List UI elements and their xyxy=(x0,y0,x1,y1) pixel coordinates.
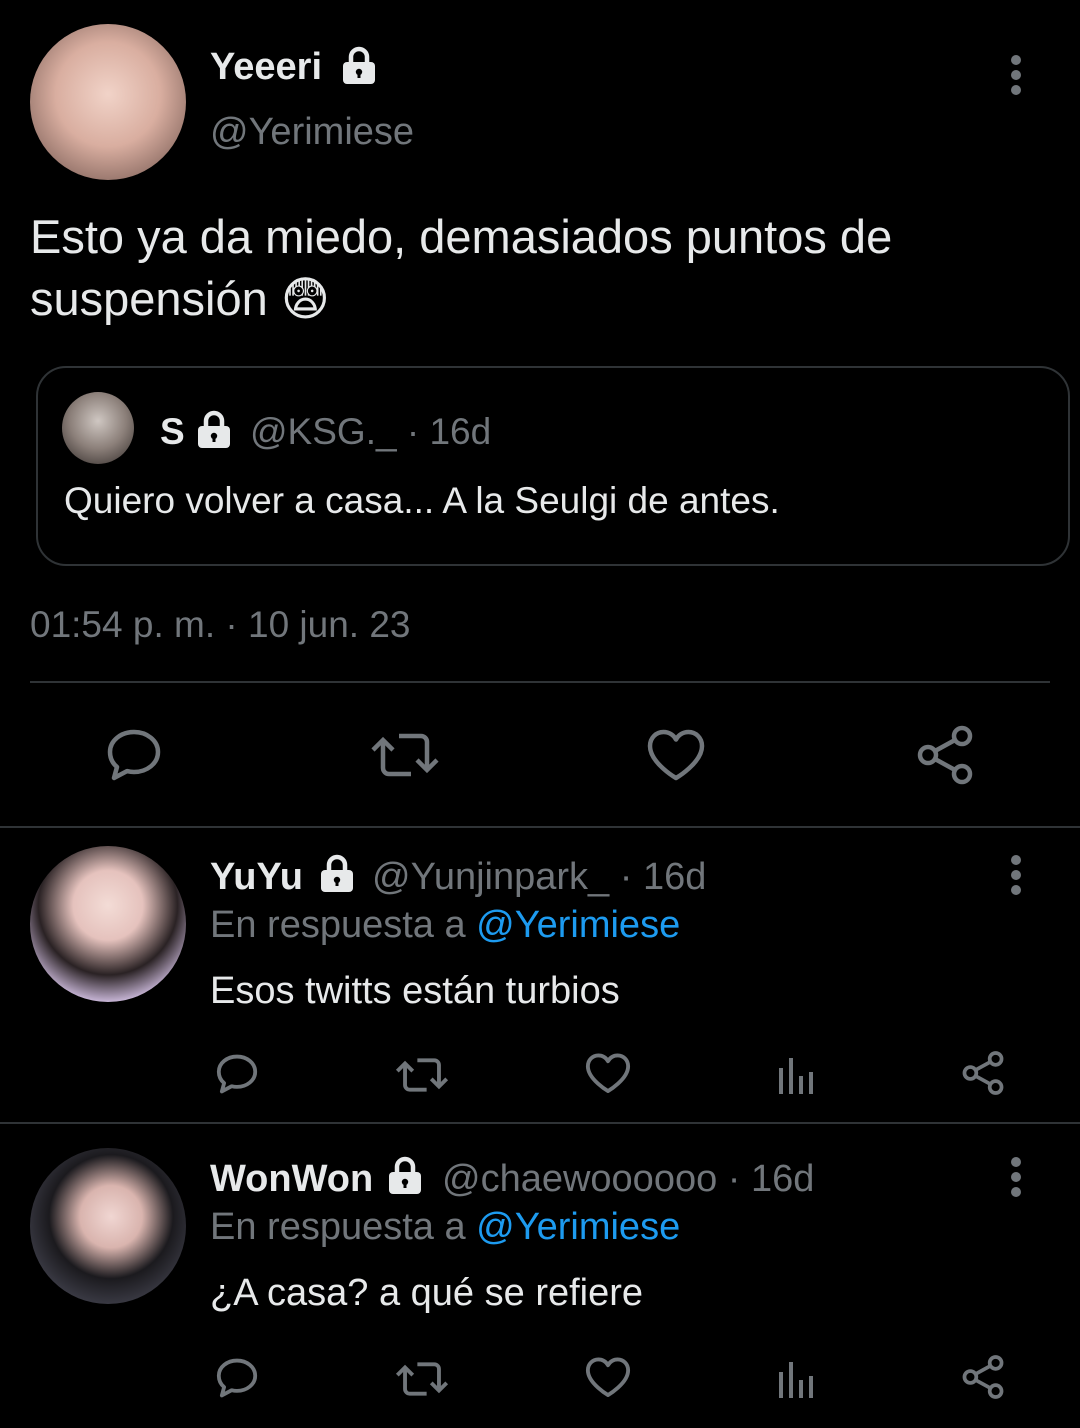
like-button[interactable] xyxy=(645,728,707,789)
quoted-tweet-text: Quiero volver a casa... A la Seulgi de a… xyxy=(64,480,780,521)
reply-text: ¿A casa? a qué se refiere xyxy=(210,1272,644,1314)
reply-author-avatar[interactable] xyxy=(30,846,186,1002)
views-button[interactable] xyxy=(776,1054,816,1101)
section-divider xyxy=(0,826,1080,828)
lock-icon xyxy=(316,854,358,899)
reply-button[interactable] xyxy=(214,1052,260,1101)
reply-icon xyxy=(216,1054,258,1094)
reply-prefix: En respuesta a xyxy=(210,904,466,946)
main-tweet-divider xyxy=(30,681,1050,683)
reply-author-meta: @Yunjinpark_ · 16d xyxy=(372,854,706,900)
reply-author-meta: @chaewoooooo · 16d xyxy=(442,1156,814,1202)
quoted-author-handle: @KSG._ · 16d xyxy=(250,410,491,454)
tweet-body: Esto ya da miedo, demasiados puntos de s… xyxy=(30,210,893,325)
reply-button[interactable] xyxy=(104,726,164,789)
reply-text: Esos twitts están turbios xyxy=(210,970,620,1012)
reply-prefix: En respuesta a xyxy=(210,1206,466,1248)
retweet-icon xyxy=(395,1362,449,1396)
like-button[interactable] xyxy=(584,1052,632,1101)
retweet-icon xyxy=(371,733,439,777)
share-button[interactable] xyxy=(914,724,976,791)
more-vertical-icon[interactable] xyxy=(1000,852,1032,898)
share-button[interactable] xyxy=(960,1050,1006,1101)
section-divider xyxy=(0,1122,1080,1124)
reply-author-handle[interactable]: @chaewoooooo xyxy=(442,1158,717,1200)
lock-icon xyxy=(384,1156,426,1201)
reply-icon xyxy=(107,729,161,781)
reply-context: En respuesta a @Yerimiese xyxy=(210,1204,680,1250)
more-vertical-icon[interactable] xyxy=(1000,1154,1032,1200)
retweet-icon xyxy=(395,1058,449,1092)
lock-icon xyxy=(193,410,235,455)
main-author-avatar[interactable] xyxy=(30,24,186,180)
main-author-handle[interactable]: @Yerimiese xyxy=(210,108,414,156)
reply-author-handle[interactable]: @Yunjinpark_ xyxy=(372,856,609,898)
quoted-tweet-card[interactable] xyxy=(36,366,1070,566)
reply-age: · 16d xyxy=(727,1158,815,1200)
retweet-button[interactable] xyxy=(395,1358,449,1405)
reply-button[interactable] xyxy=(214,1356,260,1405)
quoted-author-name: S xyxy=(160,411,185,452)
views-button[interactable] xyxy=(776,1358,816,1405)
reply-author-name[interactable]: YuYu xyxy=(210,854,303,900)
reply-icon xyxy=(216,1358,258,1398)
share-icon xyxy=(917,725,973,785)
reply-author-name[interactable]: WonWon xyxy=(210,1156,373,1202)
more-vertical-icon[interactable] xyxy=(1000,52,1032,98)
retweet-button[interactable] xyxy=(395,1054,449,1101)
fearful-face-emoji: 😨 xyxy=(280,272,330,325)
heart-icon xyxy=(585,1357,631,1397)
reply-author-avatar[interactable] xyxy=(30,1148,186,1304)
heart-icon xyxy=(585,1053,631,1093)
quoted-age: · 16d xyxy=(406,411,492,452)
heart-icon xyxy=(647,729,705,781)
views-icon xyxy=(779,1362,813,1398)
reply-to-link[interactable]: @Yerimiese xyxy=(476,1206,680,1248)
retweet-button[interactable] xyxy=(370,728,440,787)
quoted-author-avatar xyxy=(62,392,134,464)
share-button[interactable] xyxy=(960,1354,1006,1405)
like-button[interactable] xyxy=(584,1356,632,1405)
lock-icon xyxy=(338,46,380,91)
main-author-name[interactable]: Yeeeri xyxy=(210,44,322,90)
share-icon xyxy=(962,1355,1004,1399)
main-tweet-text: Esto ya da miedo, demasiados puntos de s… xyxy=(30,206,1050,330)
share-icon xyxy=(962,1051,1004,1095)
views-icon xyxy=(779,1058,813,1094)
reply-context: En respuesta a @Yerimiese xyxy=(210,902,680,948)
tweet-timestamp[interactable]: 01:54 p. m. · 10 jun. 23 xyxy=(30,602,411,648)
quoted-handle-text: @KSG._ xyxy=(250,411,397,452)
reply-age: · 16d xyxy=(619,856,707,898)
reply-to-link[interactable]: @Yerimiese xyxy=(476,904,680,946)
